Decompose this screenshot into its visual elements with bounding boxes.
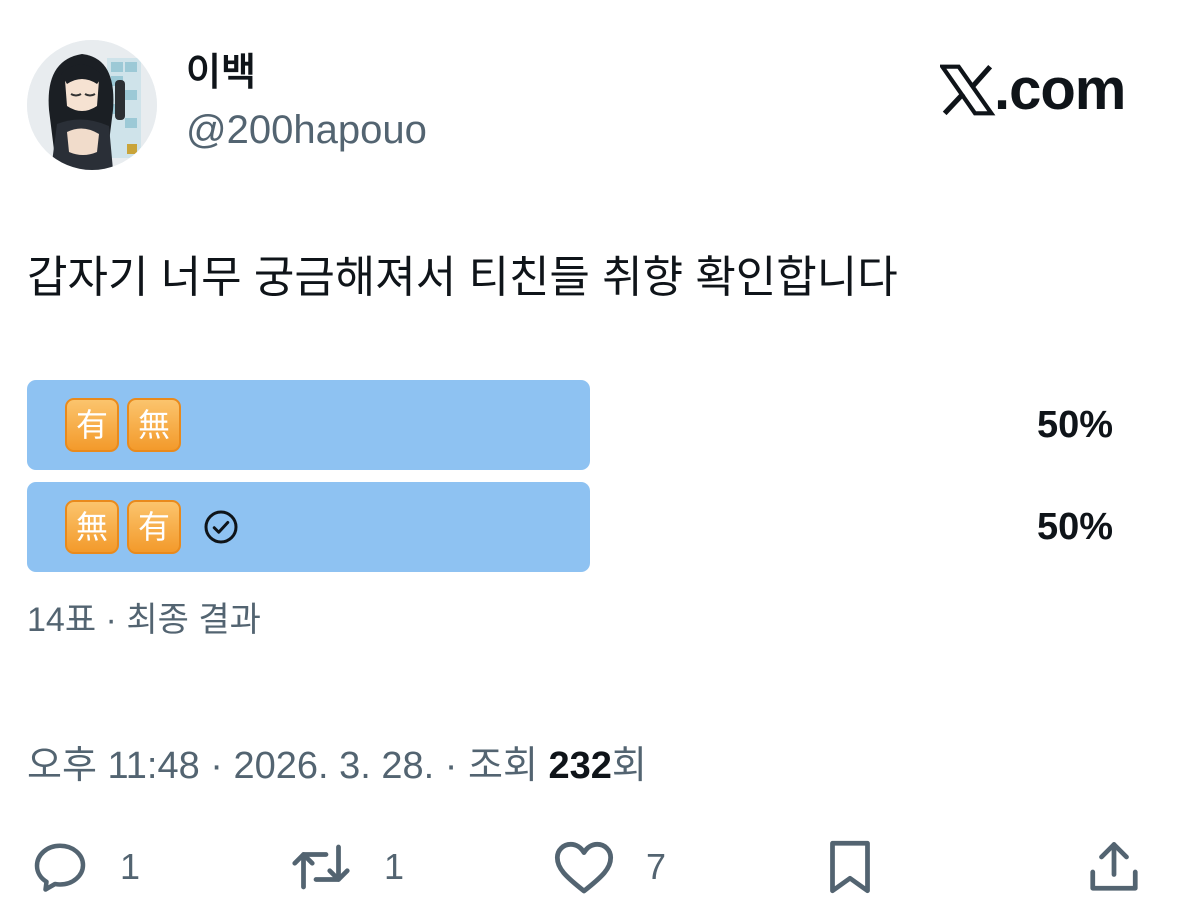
emoji-key-icon: 無 — [65, 500, 119, 554]
bookmark-button[interactable] — [824, 835, 876, 899]
reply-icon — [34, 843, 86, 892]
user-handle[interactable]: @200hapouo — [186, 106, 427, 154]
poll-option-label: 無 有 — [65, 482, 239, 572]
poll-option-2: 無 有 50% — [27, 482, 1117, 572]
views-count: 232 — [548, 745, 612, 787]
retweet-button[interactable]: 1 — [288, 835, 404, 899]
tweet-text: 갑자기 너무 궁금해져서 티친들 취향 확인합니다 — [27, 253, 898, 302]
like-button[interactable]: 7 — [552, 835, 666, 899]
check-circle-icon — [204, 510, 238, 544]
retweet-icon — [292, 844, 350, 890]
retweet-count: 1 — [384, 846, 405, 887]
brand-text: .com — [994, 57, 1126, 122]
bookmark-icon — [830, 840, 870, 894]
avatar[interactable] — [27, 40, 157, 170]
reply-count: 1 — [120, 846, 141, 887]
poll-percentage: 50% — [1036, 506, 1113, 548]
tweet-timestamp-views: 오후 11:48 · 2026. 3. 28. · 조회 232회 — [27, 741, 647, 791]
emoji-key-icon: 有 — [127, 500, 181, 554]
emoji-key-icon: 有 — [65, 398, 119, 452]
x-logo-icon — [940, 64, 996, 116]
brand-watermark: .com — [940, 57, 1126, 122]
share-icon — [1090, 842, 1138, 891]
views-suffix: 회 — [611, 745, 647, 787]
emoji-key-icon: 無 — [127, 398, 181, 452]
poll-meta: 14표 · 최종 결과 — [27, 601, 261, 639]
share-button[interactable] — [1086, 835, 1142, 899]
like-count: 7 — [646, 846, 667, 887]
poll-percentage: 50% — [1036, 404, 1113, 446]
timestamp-text[interactable]: 오후 11:48 · 2026. 3. 28. · 조회 — [27, 745, 549, 787]
anime-character-avatar-icon — [27, 40, 157, 170]
poll-option-1: 有 無 50% — [27, 380, 1117, 470]
poll-option-label: 有 無 — [65, 380, 189, 470]
reply-button[interactable]: 1 — [30, 835, 140, 899]
display-name[interactable]: 이백 — [186, 50, 256, 96]
like-icon — [554, 841, 614, 894]
